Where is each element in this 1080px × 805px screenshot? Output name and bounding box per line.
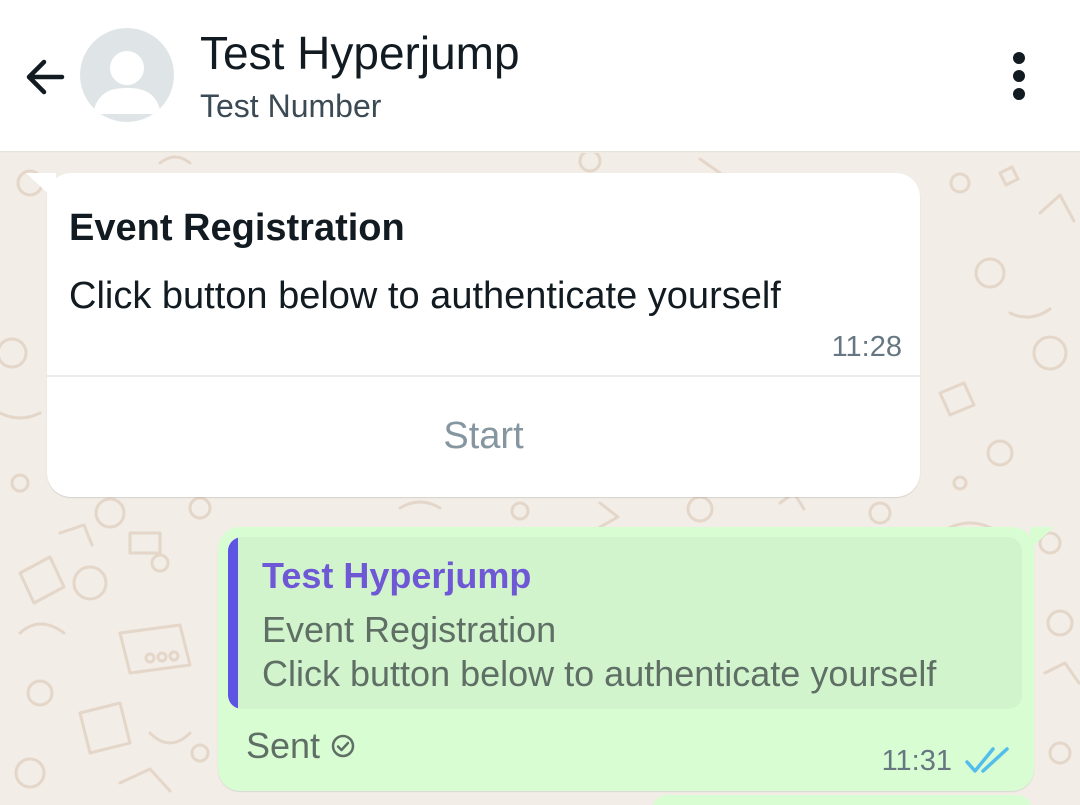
contact-name[interactable]: Test Hyperjump (200, 26, 520, 80)
more-vertical-icon (1013, 52, 1025, 100)
back-button[interactable] (18, 50, 72, 104)
start-button[interactable]: Start (47, 377, 920, 495)
quoted-message[interactable]: Test Hyperjump Event Registration Click … (228, 537, 1022, 709)
quoted-title: Event Registration (262, 609, 557, 650)
arrow-left-icon (26, 59, 65, 95)
chat-area[interactable]: Event Registration Click button below to… (0, 153, 1080, 805)
contact-subtitle: Test Number (200, 88, 382, 124)
quote-accent-bar (228, 537, 238, 709)
incoming-message[interactable]: Event Registration Click button below to… (47, 173, 920, 497)
outgoing-message[interactable]: Test Hyperjump Event Registration Click … (218, 527, 1034, 791)
default-avatar-icon (93, 51, 161, 114)
chat-header: Test Hyperjump Test Number (0, 0, 1080, 152)
message-title: Event Registration (69, 207, 405, 249)
next-message-peek (652, 795, 1032, 805)
message-time: 11:31 (881, 745, 952, 777)
message-body: Click button below to authenticate yours… (69, 275, 781, 317)
quoted-body: Click button below to authenticate yours… (262, 653, 937, 694)
check-circle-icon (331, 734, 355, 758)
quoted-author: Test Hyperjump (262, 555, 532, 596)
avatar[interactable] (80, 28, 174, 122)
sent-status: Sent (246, 725, 356, 767)
more-options-button[interactable] (990, 44, 1048, 108)
sent-label: Sent (246, 725, 321, 766)
message-time: 11:28 (831, 331, 902, 363)
double-check-icon (965, 747, 1009, 773)
